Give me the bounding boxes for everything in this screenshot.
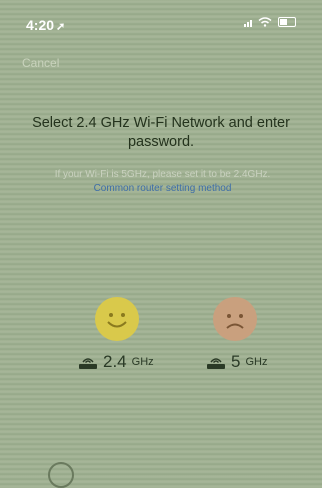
hint-message: If your Wi-Fi is 5GHz, please set it to … xyxy=(54,169,271,180)
wifi-select-screen: 4:20 ➚ Cancel Select 2.4 GHz Wi-Fi Networ… xyxy=(0,0,322,488)
router-setting-link[interactable]: Common router setting method xyxy=(94,183,232,194)
band-value: 5 xyxy=(231,352,241,371)
status-time: 4:20 ➚ xyxy=(26,17,65,33)
band-unit: GHz xyxy=(245,356,268,368)
router-icon xyxy=(206,354,226,370)
status-icons xyxy=(244,17,296,27)
happy-face-icon xyxy=(95,297,139,341)
hint-text: If your Wi-Fi is 5GHz, please set it to … xyxy=(40,168,285,196)
band-unit: GHz xyxy=(131,356,154,368)
sad-face-icon xyxy=(213,297,257,341)
wifi-icon xyxy=(258,17,272,27)
band-5ghz[interactable]: 5 GHz xyxy=(206,352,267,372)
signal-icon xyxy=(244,17,252,27)
status-bar: 4:20 ➚ xyxy=(0,0,322,40)
time-text: 4:20 xyxy=(26,17,55,33)
page-title: Select 2.4 GHz Wi-Fi Network and enter p… xyxy=(32,115,290,150)
band-value: 2.4 xyxy=(103,352,127,371)
radio-circle-icon[interactable] xyxy=(48,462,74,488)
cancel-button[interactable]: Cancel xyxy=(22,56,59,70)
battery-icon xyxy=(278,17,296,27)
location-arrow-icon: ➚ xyxy=(56,21,66,33)
band-2-4ghz[interactable]: 2.4 GHz xyxy=(78,352,154,372)
router-icon xyxy=(78,354,98,370)
